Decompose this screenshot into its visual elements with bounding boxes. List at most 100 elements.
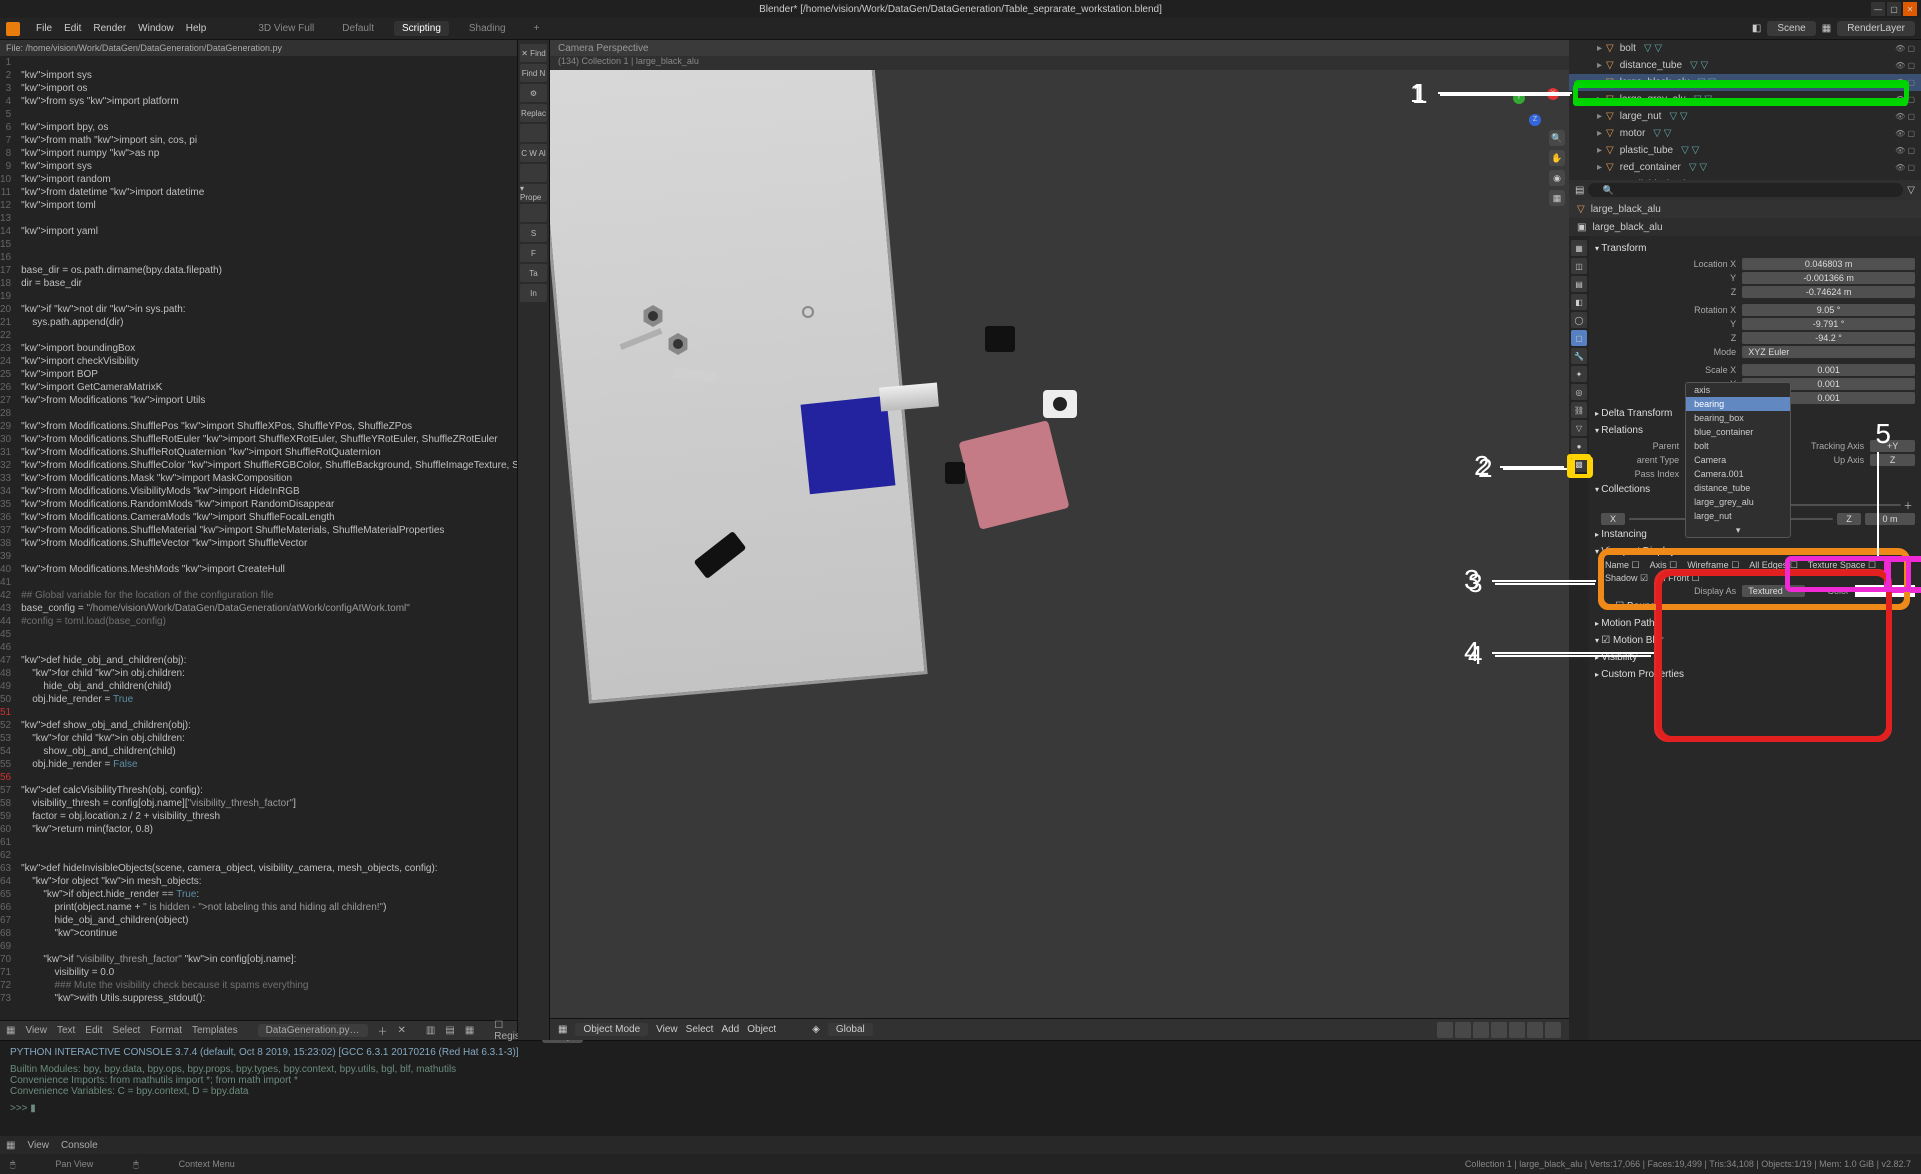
console-menu-view[interactable]: View	[27, 1140, 49, 1151]
filter-icon[interactable]: ▽	[1907, 185, 1915, 196]
visibility-toggle-icon[interactable]: 👁 ▢	[1895, 163, 1915, 172]
vp-menu-object[interactable]: Object	[747, 1024, 776, 1035]
mode-selector[interactable]: Object Mode	[575, 1023, 648, 1036]
visibility-toggle-icon[interactable]: 👁 ▢	[1895, 112, 1915, 121]
vp-menu-select[interactable]: Select	[686, 1024, 714, 1035]
workspace-tab-default[interactable]: Default	[334, 21, 382, 36]
find-panel-button[interactable]: C W Al	[520, 144, 547, 162]
section-custom-props[interactable]: Custom Properties	[1595, 666, 1915, 683]
visibility-toggle-icon[interactable]: 👁 ▢	[1895, 129, 1915, 138]
outliner-item[interactable]: ▸▽small_black_alu▽ ▽👁 ▢	[1569, 176, 1921, 180]
console-prompt[interactable]: >>> ▮	[10, 1103, 1911, 1114]
maximize-button[interactable]: ▢	[1887, 2, 1901, 16]
perspective-icon[interactable]: ▦	[1549, 190, 1565, 206]
code-area[interactable]: "kw">import sys"kw">import os"kw">from s…	[17, 56, 517, 1020]
tab-modifier-icon[interactable]: 🔧	[1571, 348, 1587, 364]
find-panel-button[interactable]: S	[520, 224, 547, 242]
script-x-icon[interactable]: ✕	[398, 1025, 406, 1036]
vd-shadow[interactable]: Shadow ☑	[1605, 573, 1648, 584]
tab-material-icon[interactable]: ●	[1571, 438, 1587, 454]
tracking-axis-selector[interactable]: +Y	[1870, 440, 1915, 452]
editor-type-icon[interactable]: ▤	[1575, 185, 1584, 196]
workspace-tab-add[interactable]: +	[526, 21, 548, 36]
editor-type-icon[interactable]: ▦	[6, 1140, 15, 1151]
outliner-item[interactable]: ▸▽plastic_tube▽ ▽👁 ▢	[1569, 142, 1921, 159]
find-panel-button[interactable]: ▾ Prope	[520, 184, 547, 202]
workspace-tab-shading[interactable]: Shading	[461, 21, 514, 36]
menu-edit[interactable]: Edit	[64, 23, 81, 34]
scene-selector[interactable]: Scene	[1767, 21, 1815, 36]
overlay-icon[interactable]	[1455, 1022, 1471, 1038]
coll-z-val[interactable]: 0 m	[1865, 513, 1915, 525]
outliner-item[interactable]: ▸▽large_nut▽ ▽👁 ▢	[1569, 108, 1921, 125]
find-panel-button[interactable]	[520, 204, 547, 222]
renderlayer-selector[interactable]: RenderLayer	[1837, 21, 1915, 36]
tab-output-icon[interactable]: ◫	[1571, 258, 1587, 274]
find-panel-button[interactable]: Ta	[520, 264, 547, 282]
vd-texspace[interactable]: Texture Space ☐	[1808, 560, 1876, 571]
section-transform[interactable]: Transform	[1595, 240, 1915, 257]
section-bounds[interactable]: ☐ Bounds	[1595, 598, 1915, 615]
workspace-tab-scripting[interactable]: Scripting	[394, 21, 449, 36]
section-viewport-display[interactable]: Viewport Display	[1595, 543, 1915, 560]
outliner[interactable]: ▸▽bolt▽ ▽👁 ▢▸▽distance_tube▽ ▽👁 ▢▸▽large…	[1569, 40, 1921, 180]
text-editor[interactable]: 1234567891011121314151617181920212223242…	[0, 56, 517, 1020]
dropdown-item[interactable]: large_grey_alu	[1686, 495, 1790, 509]
editor-menu-text[interactable]: Text	[57, 1025, 75, 1036]
tab-scene-icon[interactable]: ◧	[1571, 294, 1587, 310]
python-console[interactable]: PYTHON INTERACTIVE CONSOLE 3.7.4 (defaul…	[0, 1040, 1921, 1136]
location-y-field[interactable]: -0.001366 m	[1742, 272, 1915, 284]
tab-mesh-icon[interactable]: ▽	[1571, 420, 1587, 436]
dropdown-item[interactable]: bearing_box	[1686, 411, 1790, 425]
display-as-selector[interactable]: Textured	[1742, 585, 1805, 597]
dropdown-item[interactable]: distance_tube	[1686, 481, 1790, 495]
zoom-icon[interactable]: 🔍	[1549, 130, 1565, 146]
overlay-icon[interactable]	[1473, 1022, 1489, 1038]
find-panel-button[interactable]	[520, 164, 547, 182]
vd-name[interactable]: Name ☐	[1605, 560, 1640, 571]
location-x-field[interactable]: 0.046803 m	[1742, 258, 1915, 270]
vd-infront[interactable]: In Front ☐	[1658, 573, 1700, 584]
menu-help[interactable]: Help	[186, 23, 207, 34]
section-motion-blur[interactable]: ☑ Motion Blur	[1595, 632, 1915, 649]
toggle-1-icon[interactable]: ▥	[426, 1025, 435, 1036]
vp-menu-add[interactable]: Add	[721, 1024, 739, 1035]
orientation-selector[interactable]: Global	[828, 1023, 873, 1036]
tab-constraint-icon[interactable]: ⛓	[1571, 402, 1587, 418]
tab-texture-icon[interactable]: ▩	[1571, 456, 1587, 472]
visibility-toggle-icon[interactable]: 👁 ▢	[1895, 78, 1915, 87]
dropdown-item[interactable]: blue_container	[1686, 425, 1790, 439]
find-panel-button[interactable]: Replac	[520, 104, 547, 122]
vp-menu-view[interactable]: View	[656, 1024, 678, 1035]
shading-wire-icon[interactable]	[1491, 1022, 1507, 1038]
dropdown-more-icon[interactable]: ▾	[1686, 523, 1790, 537]
outliner-item[interactable]: ▸▽bolt▽ ▽👁 ▢	[1569, 40, 1921, 57]
visibility-toggle-icon[interactable]: 👁 ▢	[1895, 44, 1915, 53]
outliner-item[interactable]: ▸▽motor▽ ▽👁 ▢	[1569, 125, 1921, 142]
orientation-icon[interactable]: ◈	[812, 1024, 820, 1035]
dropdown-item[interactable]: Camera	[1686, 453, 1790, 467]
shading-solid-icon[interactable]	[1509, 1022, 1525, 1038]
editor-menu-view[interactable]: View	[25, 1025, 47, 1036]
tab-particle-icon[interactable]: ✦	[1571, 366, 1587, 382]
minimize-button[interactable]: —	[1871, 2, 1885, 16]
tab-world-icon[interactable]: ◯	[1571, 312, 1587, 328]
dropdown-item[interactable]: Camera.001	[1686, 467, 1790, 481]
visibility-toggle-icon[interactable]: 👁 ▢	[1895, 61, 1915, 70]
outliner-item[interactable]: ▸▽large_grey_alu▽ ▽👁 ▢	[1569, 91, 1921, 108]
section-motion-paths[interactable]: Motion Paths	[1595, 615, 1915, 632]
vd-wireframe[interactable]: Wireframe ☐	[1687, 560, 1739, 571]
camera-view-icon[interactable]: ◉	[1549, 170, 1565, 186]
dropdown-item[interactable]: bearing	[1686, 397, 1790, 411]
3d-viewport[interactable]: X Y Z 🔍 ✋ ◉ ▦	[550, 70, 1569, 1018]
find-panel-button[interactable]: In	[520, 284, 547, 302]
toggle-2-icon[interactable]: ▤	[445, 1025, 454, 1036]
section-visibility[interactable]: Visibility	[1595, 649, 1915, 666]
editor-menu-edit[interactable]: Edit	[85, 1025, 102, 1036]
toggle-3-icon[interactable]: ▦	[465, 1025, 474, 1036]
find-panel-button[interactable]: F	[520, 244, 547, 262]
prop-mesh-name[interactable]: large_black_alu	[1592, 222, 1662, 233]
find-panel-button[interactable]: Find N	[520, 64, 547, 82]
rotation-mode-selector[interactable]: XYZ Euler	[1742, 346, 1915, 358]
vd-alledges[interactable]: All Edges ☐	[1749, 560, 1798, 571]
